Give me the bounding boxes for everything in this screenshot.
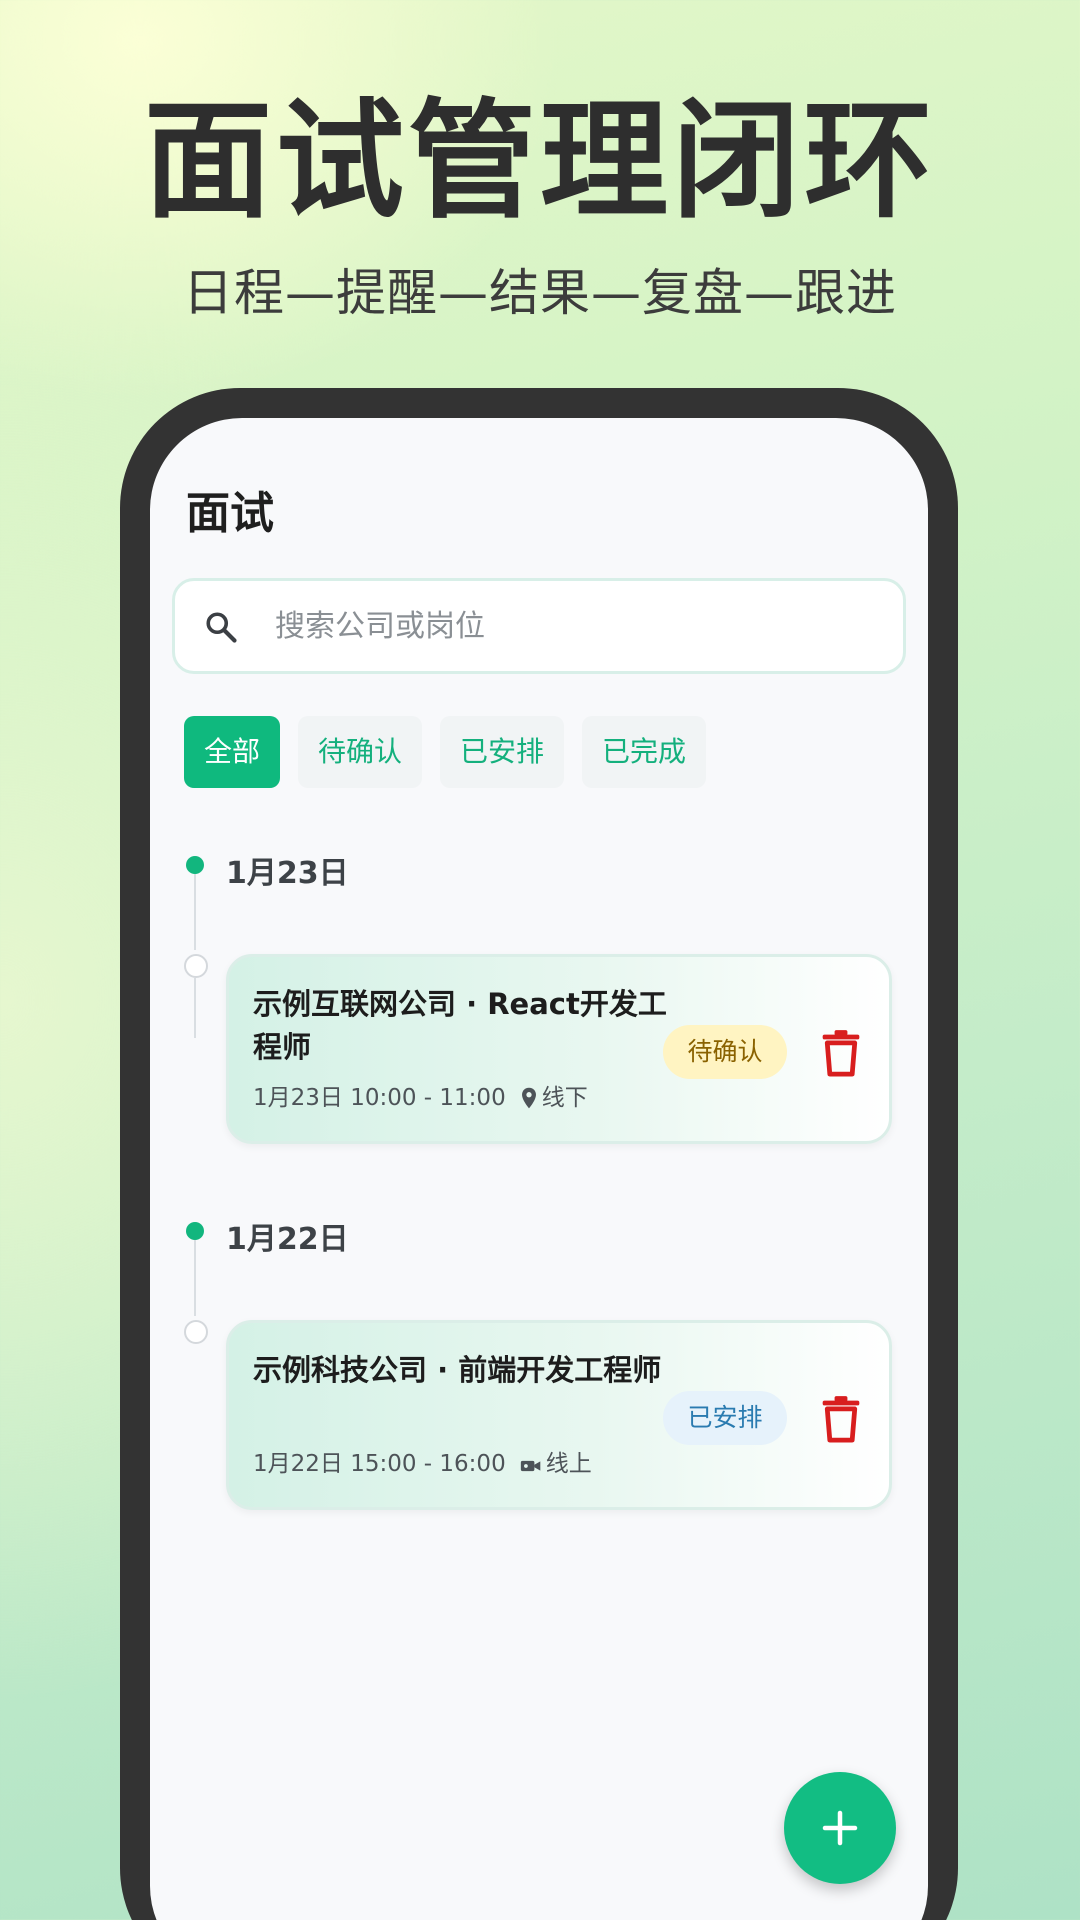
interview-mode: 线上: [545, 1451, 592, 1477]
interview-time: 1月23日 10:00 - 11:00: [253, 1085, 506, 1111]
interview-card[interactable]: 示例互联网公司 · React开发工程师 1月23日 10:00 - 11:00…: [226, 954, 892, 1144]
plus-icon: [822, 1810, 858, 1846]
trash-icon: [822, 1030, 860, 1077]
delete-button[interactable]: [819, 1029, 863, 1077]
date-group-label: 1月22日: [226, 1222, 349, 1257]
filter-chip-scheduled[interactable]: 已安排: [440, 716, 564, 788]
video-camera-icon: [520, 1460, 541, 1472]
interview-meta: 1月23日 10:00 - 11:00 线下: [253, 1081, 588, 1115]
filter-chip-label: 待确认: [317, 735, 402, 768]
interview-time: 1月22日 15:00 - 16:00: [253, 1451, 506, 1477]
status-badge: 待确认: [663, 1025, 787, 1079]
filter-chip-completed[interactable]: 已完成: [582, 716, 706, 788]
interview-mode: 线下: [541, 1085, 588, 1111]
add-interview-button[interactable]: [784, 1772, 896, 1884]
timeline-item-ring: [184, 1320, 208, 1344]
interview-meta: 1月22日 15:00 - 16:00 线上: [253, 1447, 592, 1481]
trash-icon: [822, 1396, 860, 1443]
interview-title: 示例互联网公司 · React开发工程师: [253, 987, 667, 1064]
filter-chip-label: 已安排: [459, 735, 544, 768]
interview-title: 示例科技公司 · 前端开发工程师: [253, 1353, 662, 1387]
status-badge: 已安排: [663, 1391, 787, 1445]
filter-chip-all[interactable]: 全部: [184, 716, 280, 788]
timeline-line: [194, 874, 196, 950]
timeline-line: [194, 1240, 196, 1316]
hero-subtitle: 日程—提醒—结果—复盘—跟进: [183, 264, 897, 322]
hero-title: 面试管理闭环: [143, 87, 936, 236]
filter-chip-label: 全部: [203, 735, 260, 768]
timeline-date-dot: [186, 1222, 204, 1240]
delete-button[interactable]: [819, 1395, 863, 1443]
search-box[interactable]: [172, 578, 906, 674]
search-icon: [206, 612, 237, 643]
search-input[interactable]: [275, 581, 875, 671]
filter-chip-pending[interactable]: 待确认: [298, 716, 422, 788]
page-title: 面试: [186, 488, 274, 539]
filter-chip-label: 已完成: [601, 735, 686, 768]
phone-screen: 面试 全部 待确认 已安排 已完成 1月23日 示例互联网公司 · React开…: [150, 418, 928, 1920]
timeline-line: [194, 978, 196, 1038]
timeline-date-dot: [186, 856, 204, 874]
timeline-item-ring: [184, 954, 208, 978]
date-group-label: 1月23日: [226, 856, 349, 891]
location-pin-icon: [521, 1087, 536, 1109]
interview-card[interactable]: 示例科技公司 · 前端开发工程师 1月22日 15:00 - 16:00 线上 已…: [226, 1320, 892, 1510]
